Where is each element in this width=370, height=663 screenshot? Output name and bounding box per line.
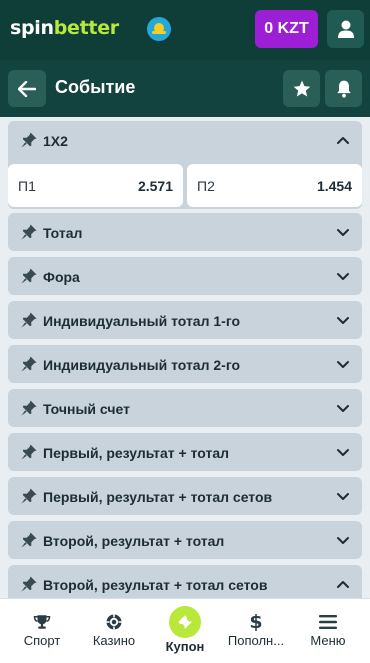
pin-icon[interactable] (20, 131, 38, 149)
bottom-navigation: Спорт Казино Купон $ Пополн... Меню (0, 598, 370, 663)
arrow-left-icon (18, 80, 36, 97)
odd-value: 1.454 (316, 178, 352, 194)
user-icon (337, 20, 354, 38)
chevron-down-icon (337, 273, 349, 280)
odds-row: П1 2.571 П2 1.454 (8, 159, 362, 207)
top-header: spinbetter 0 KZT (0, 0, 370, 60)
user-button[interactable] (327, 10, 364, 48)
market-title: Первый, результат + тотал сетов (43, 489, 273, 505)
page-title: Событие (55, 77, 136, 97)
market-exact-score[interactable]: Точный счет (8, 389, 362, 427)
market-title: Второй, результат + тотал (43, 533, 225, 549)
market-title: Второй, результат + тотал сетов (43, 577, 268, 593)
odd-button-p2[interactable]: П2 1.454 (187, 164, 362, 207)
chevron-down-icon (337, 229, 349, 236)
pin-icon[interactable] (20, 223, 38, 241)
chevron-up-icon (337, 581, 349, 588)
market-individual-total-1[interactable]: Индивидуальный тотал 1-го (8, 301, 362, 339)
logo-better-text: better (53, 17, 119, 39)
kazakhstan-flag-icon[interactable] (147, 17, 171, 41)
coupon-badge (169, 606, 201, 638)
market-title: Фора (43, 269, 80, 285)
market-first-result-total-sets[interactable]: Первый, результат + тотал сетов (8, 477, 362, 515)
back-button[interactable] (8, 70, 46, 107)
trophy-icon (33, 615, 51, 629)
favorite-button[interactable] (283, 70, 320, 107)
casino-chip-icon (106, 614, 122, 630)
market-title: Первый, результат + тотал (43, 445, 230, 461)
nav-label: Меню (310, 633, 346, 648)
chevron-down-icon (337, 405, 349, 412)
logo-spin-text: spin (10, 17, 54, 39)
chevron-down-icon (337, 317, 349, 324)
odd-label: П1 (18, 178, 36, 194)
pin-icon[interactable] (20, 311, 38, 329)
market-second-result-total[interactable]: Второй, результат + тотал (8, 521, 362, 559)
chevron-up-icon (337, 137, 349, 144)
odd-label: П2 (197, 178, 215, 194)
market-title: Тотал (43, 225, 83, 241)
pin-icon[interactable] (20, 355, 38, 373)
odd-button-p1[interactable]: П1 2.571 (8, 164, 183, 207)
market-title: Точный счет (43, 401, 130, 417)
market-individual-total-2[interactable]: Индивидуальный тотал 2-го (8, 345, 362, 383)
ticket-icon (178, 615, 192, 629)
odd-value: 2.571 (137, 178, 173, 194)
pin-icon[interactable] (20, 443, 38, 461)
market-total[interactable]: Тотал (8, 213, 362, 251)
nav-menu[interactable]: Меню (286, 599, 370, 663)
market-first-result-total[interactable]: Первый, результат + тотал (8, 433, 362, 471)
hamburger-menu-icon (319, 615, 337, 629)
market-title: 1X2 (43, 133, 68, 149)
market-header[interactable]: 1X2 (8, 121, 362, 159)
chevron-down-icon (337, 361, 349, 368)
pin-icon[interactable] (20, 399, 38, 417)
pin-icon[interactable] (20, 531, 38, 549)
chevron-down-icon (337, 449, 349, 456)
pin-icon[interactable] (20, 575, 38, 593)
market-1x2: 1X2 П1 2.571 П2 1.454 (8, 121, 362, 209)
market-second-result-total-sets[interactable]: Второй, результат + тотал сетов (8, 565, 362, 598)
spinbetter-logo[interactable]: spinbetter (10, 17, 119, 39)
bell-icon (336, 80, 351, 98)
star-icon (293, 80, 310, 96)
market-handicap[interactable]: Фора (8, 257, 362, 295)
pin-icon[interactable] (20, 267, 38, 285)
market-title: Индивидуальный тотал 2-го (43, 357, 241, 373)
dollar-icon: $ (249, 611, 263, 633)
chevron-down-icon (337, 493, 349, 500)
notifications-button[interactable] (325, 70, 362, 107)
balance-button[interactable]: 0 KZT (255, 10, 318, 48)
event-header: Событие (0, 60, 370, 117)
market-title: Индивидуальный тотал 1-го (43, 313, 241, 329)
chevron-down-icon (337, 537, 349, 544)
markets-list[interactable]: 1X2 П1 2.571 П2 1.454 Тотал Фора Индивид… (0, 117, 370, 598)
pin-icon[interactable] (20, 487, 38, 505)
